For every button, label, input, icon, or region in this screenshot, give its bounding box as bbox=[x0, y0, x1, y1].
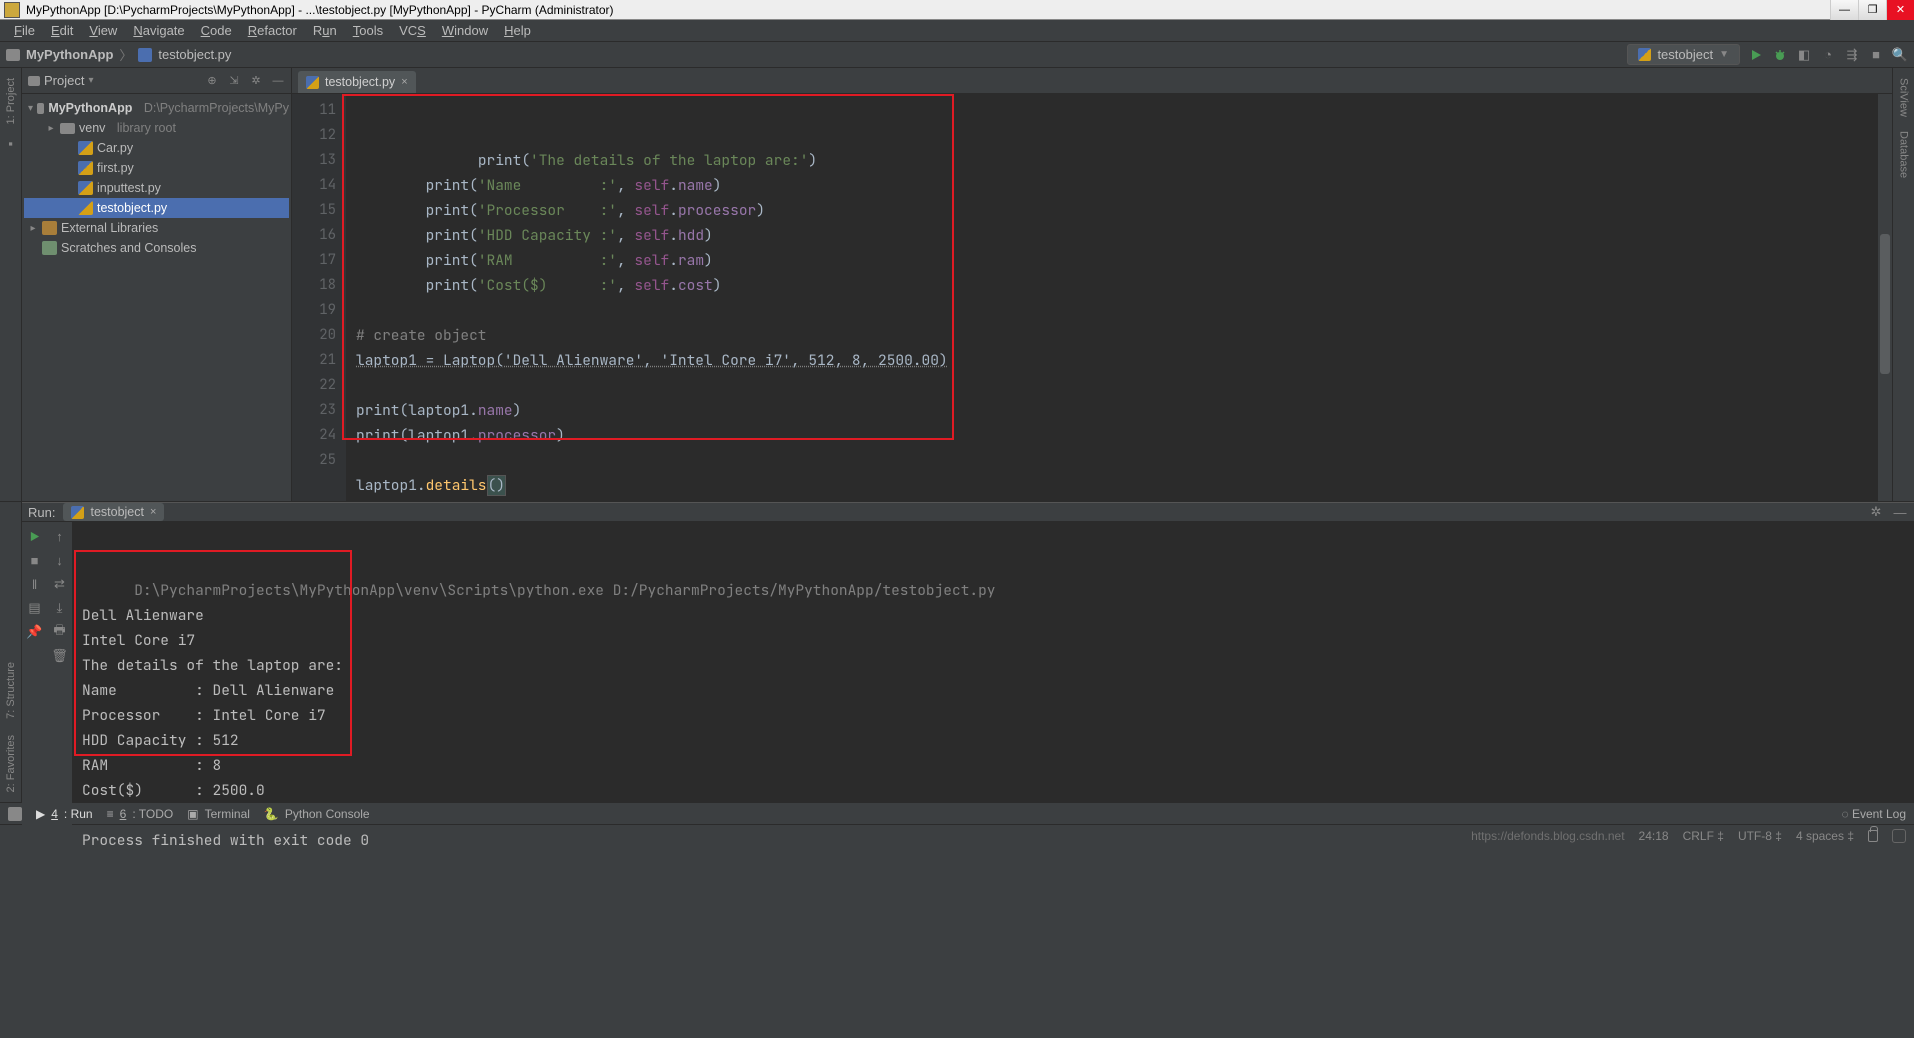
menu-code[interactable]: Code bbox=[193, 21, 240, 40]
breadcrumb-root[interactable]: MyPythonApp bbox=[26, 47, 113, 62]
window-title: MyPythonApp [D:\PycharmProjects\MyPython… bbox=[26, 3, 614, 17]
toggle-toolwindows-icon[interactable] bbox=[8, 807, 22, 821]
run-hide-icon[interactable]: — bbox=[1892, 504, 1908, 520]
menu-view[interactable]: View bbox=[81, 21, 125, 40]
stop-run-button[interactable]: ■ bbox=[27, 552, 43, 568]
left-tool-stripe-lower: 7: Structure 2: Favorites bbox=[0, 502, 22, 802]
pycharm-icon bbox=[4, 2, 20, 18]
close-tab-icon[interactable]: × bbox=[401, 76, 407, 88]
print-icon[interactable]: 🖶 bbox=[52, 624, 68, 640]
console-output[interactable]: D:\PycharmProjects\MyPythonApp\venv\Scri… bbox=[72, 522, 1914, 859]
window-minimize-button[interactable]: — bbox=[1830, 0, 1858, 20]
menu-vcs[interactable]: VCS bbox=[391, 21, 434, 40]
editor-tab[interactable]: testobject.py × bbox=[298, 71, 416, 93]
chevron-down-icon: ▼ bbox=[1719, 49, 1729, 60]
collapse-icon[interactable]: ⇲ bbox=[227, 74, 241, 88]
window-close-button[interactable]: ✕ bbox=[1886, 0, 1914, 20]
tree-scratches[interactable]: Scratches and Consoles bbox=[24, 238, 289, 258]
menu-run[interactable]: Run bbox=[305, 21, 345, 40]
stop-button[interactable]: ■ bbox=[1868, 47, 1884, 63]
readonly-lock-icon[interactable] bbox=[1868, 830, 1878, 842]
menu-edit[interactable]: Edit bbox=[43, 21, 81, 40]
python-file-icon bbox=[306, 76, 319, 89]
run-tool-window: Run: testobject × ✲ — ■ ‖ ▤ 📌 bbox=[22, 502, 1914, 802]
breadcrumb: MyPythonApp 〉 testobject.py bbox=[6, 45, 231, 64]
profile-button[interactable]: ◔ bbox=[1820, 47, 1836, 63]
locate-icon[interactable]: ⊕ bbox=[205, 74, 219, 88]
tree-file[interactable]: Car.py bbox=[24, 138, 289, 158]
window-titlebar: MyPythonApp [D:\PycharmProjects\MyPython… bbox=[0, 0, 1914, 20]
editor-scrollbar[interactable] bbox=[1878, 94, 1892, 501]
debug-button[interactable] bbox=[1772, 47, 1788, 63]
menu-tools[interactable]: Tools bbox=[345, 21, 391, 40]
run-toolbar: testobject ▼ ◧ ◔ ⇶ ■ 🔍 bbox=[1627, 44, 1908, 65]
tool-project-button[interactable]: 1: Project bbox=[5, 74, 17, 128]
code-content[interactable]: print('The details of the laptop are:') … bbox=[346, 94, 1892, 501]
tree-venv[interactable]: venv library root bbox=[24, 118, 289, 138]
run-tab[interactable]: testobject × bbox=[63, 503, 164, 521]
python-icon bbox=[71, 506, 84, 519]
editor-tabs: testobject.py × bbox=[292, 68, 1892, 94]
run-tab-label: testobject bbox=[90, 505, 144, 519]
tool-favorites-button[interactable]: 2: Favorites bbox=[5, 731, 17, 796]
pin-button[interactable]: 📌 bbox=[27, 624, 43, 640]
down-icon[interactable]: ↓ bbox=[52, 552, 68, 568]
line-number-gutter: 11 12 13 14 15 16 17 18 19 20 21 22 23 2… bbox=[292, 94, 346, 501]
tree-file-selected[interactable]: testobject.py bbox=[24, 198, 289, 218]
dump-threads-button[interactable]: ▤ bbox=[27, 600, 43, 616]
breadcrumb-file[interactable]: testobject.py bbox=[158, 47, 231, 62]
tree-root[interactable]: MyPythonApp D:\PycharmProjects\MyPy bbox=[24, 98, 289, 118]
close-run-tab-icon[interactable]: × bbox=[150, 506, 156, 518]
settings-icon[interactable]: ✲ bbox=[249, 74, 263, 88]
editor-tab-label: testobject.py bbox=[325, 75, 395, 89]
project-tree[interactable]: MyPythonApp D:\PycharmProjects\MyPy venv… bbox=[22, 94, 291, 262]
up-icon[interactable]: ↑ bbox=[52, 528, 68, 544]
editor-area: testobject.py × 11 12 13 14 15 16 17 18 … bbox=[292, 68, 1892, 501]
softwrap-icon[interactable]: ⇄ bbox=[52, 576, 68, 592]
tool-structure-button[interactable]: 7: Structure bbox=[5, 658, 17, 723]
concurrency-button[interactable]: ⇶ bbox=[1844, 47, 1860, 63]
tool-sciview-button[interactable]: SciView bbox=[1898, 74, 1910, 121]
run-button[interactable] bbox=[1748, 47, 1764, 63]
run-config-name: testobject bbox=[1657, 47, 1713, 62]
tree-file[interactable]: inputtest.py bbox=[24, 178, 289, 198]
window-maximize-button[interactable]: ❐ bbox=[1858, 0, 1886, 20]
run-label: Run: bbox=[28, 505, 55, 520]
folder-icon bbox=[6, 49, 20, 61]
hide-icon[interactable]: — bbox=[271, 74, 285, 88]
menu-file[interactable]: File bbox=[6, 21, 43, 40]
main-menu-bar: File Edit View Navigate Code Refactor Ru… bbox=[0, 20, 1914, 42]
menu-navigate[interactable]: Navigate bbox=[125, 21, 192, 40]
bookmark-icon[interactable]: ▪ bbox=[8, 136, 13, 151]
breadcrumb-sep: 〉 bbox=[119, 45, 132, 64]
python-file-icon bbox=[138, 48, 152, 62]
search-everywhere-button[interactable]: 🔍 bbox=[1892, 47, 1908, 63]
clear-icon[interactable]: 🗑 bbox=[52, 648, 68, 664]
rerun-button[interactable] bbox=[27, 528, 43, 544]
coverage-button[interactable]: ◧ bbox=[1796, 47, 1812, 63]
menu-window[interactable]: Window bbox=[434, 21, 496, 40]
navigation-bar: MyPythonApp 〉 testobject.py testobject ▼… bbox=[0, 42, 1914, 68]
python-icon bbox=[1638, 48, 1651, 61]
left-tool-stripe: 1: Project ▪ bbox=[0, 68, 22, 501]
right-tool-stripe: SciView Database bbox=[1892, 68, 1914, 501]
run-config-selector[interactable]: testobject ▼ bbox=[1627, 44, 1740, 65]
menu-help[interactable]: Help bbox=[496, 21, 539, 40]
project-view-selector[interactable]: Project ▾ bbox=[28, 73, 94, 88]
scroll-end-icon[interactable]: ⤓ bbox=[52, 600, 68, 616]
project-tool-window: Project ▾ ⊕ ⇲ ✲ — MyPythonApp D:\Pycharm… bbox=[22, 68, 292, 501]
tool-database-button[interactable]: Database bbox=[1898, 127, 1910, 182]
pause-button[interactable]: ‖ bbox=[27, 576, 43, 592]
run-settings-icon[interactable]: ✲ bbox=[1868, 504, 1884, 520]
tree-file[interactable]: first.py bbox=[24, 158, 289, 178]
menu-refactor[interactable]: Refactor bbox=[240, 21, 305, 40]
tree-ext-lib[interactable]: External Libraries bbox=[24, 218, 289, 238]
code-editor[interactable]: 11 12 13 14 15 16 17 18 19 20 21 22 23 2… bbox=[292, 94, 1892, 501]
